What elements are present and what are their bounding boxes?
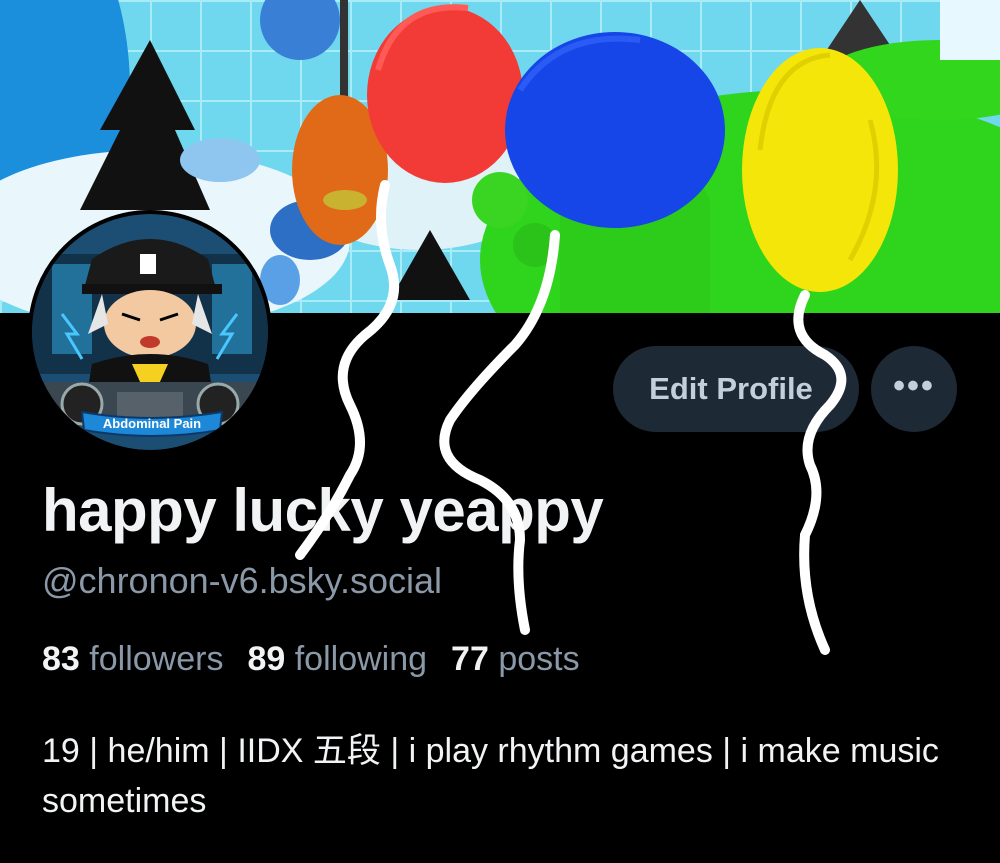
followers-count: 83 [42,640,80,678]
edit-profile-button[interactable]: Edit Profile [613,346,859,432]
more-options-button[interactable]: ••• [871,346,957,432]
avatar[interactable]: Abdominal Pain [28,210,272,454]
ellipsis-icon: ••• [893,367,935,405]
posts-stat: 77 posts [451,640,580,679]
handle[interactable]: @chronon-v6.bsky.social [42,560,442,602]
followers-label: followers [89,640,224,678]
profile-bio: 19 | he/him | IIDX 五段 | i play rhythm ga… [42,732,939,820]
posts-count: 77 [451,640,489,678]
following-label: following [294,640,428,678]
avatar-caption: Abdominal Pain [103,416,201,431]
profile-stats: 83 followers 89 following 77 posts [42,640,580,679]
posts-label: posts [498,640,580,678]
following-count: 89 [247,640,286,678]
following-link[interactable]: 89 following [247,640,427,679]
display-name: happy lucky yeappy [42,477,604,544]
avatar-illustration: Abdominal Pain [32,214,268,450]
followers-link[interactable]: 83 followers [42,640,223,679]
